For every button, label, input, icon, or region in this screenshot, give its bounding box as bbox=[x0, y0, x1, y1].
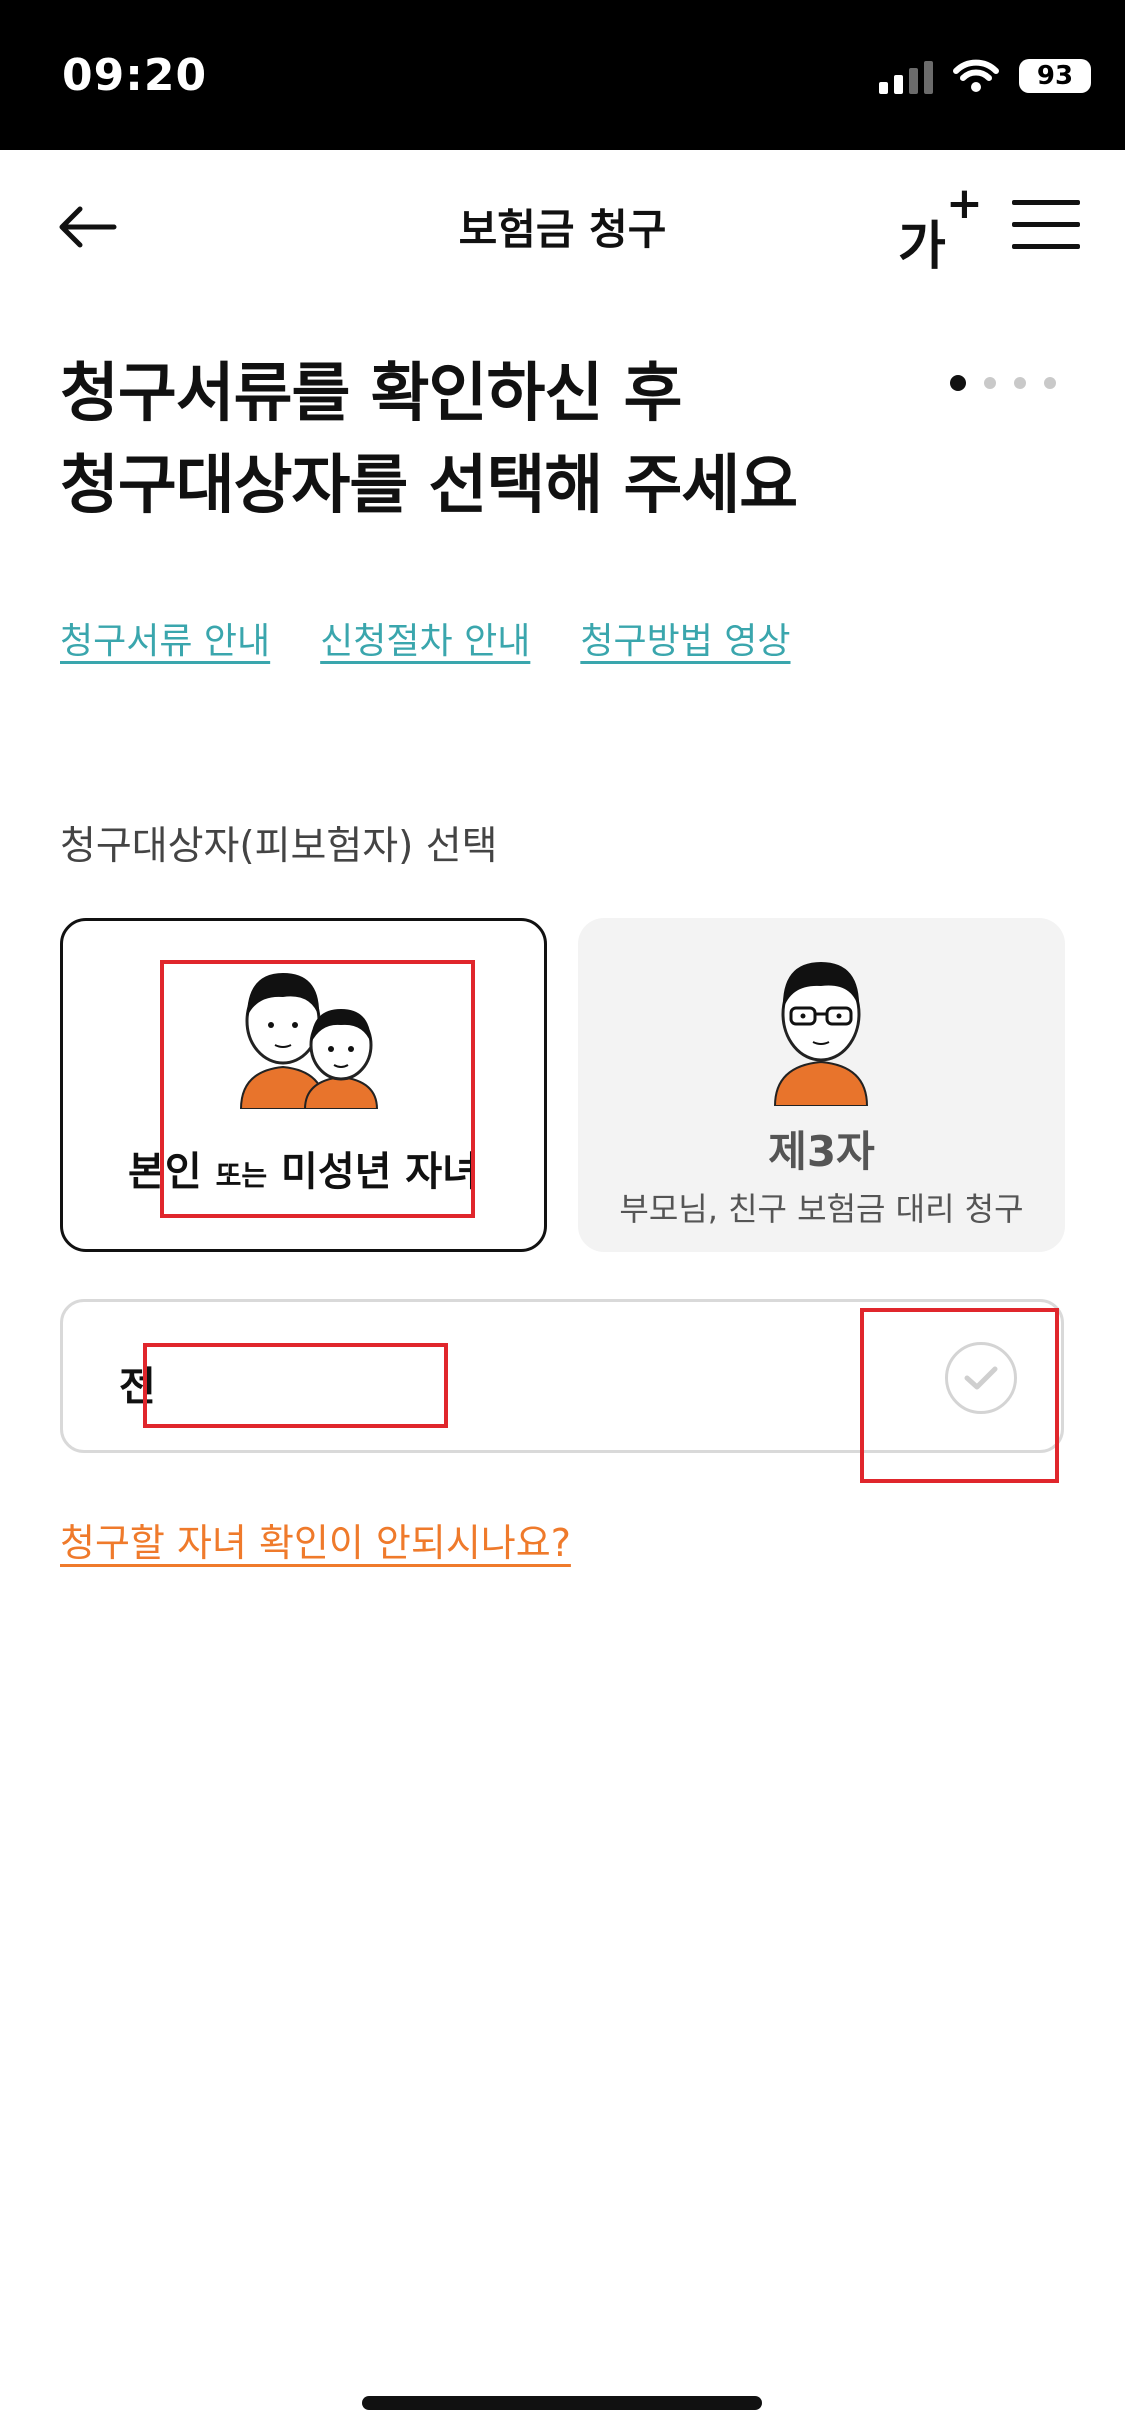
third-party-sublabel: 부모님, 친구 보험금 대리 청구 bbox=[619, 1190, 1024, 1228]
battery-level: 93 bbox=[1036, 61, 1074, 91]
hamburger-menu-icon[interactable] bbox=[1012, 200, 1080, 256]
wifi-icon bbox=[953, 59, 999, 92]
redaction-box bbox=[143, 1343, 448, 1428]
cellular-signal-icon bbox=[879, 58, 933, 94]
headline-line-1: 청구서류를 확인하신 후 bbox=[60, 357, 682, 431]
status-time: 09:20 bbox=[62, 50, 208, 101]
step-dot bbox=[984, 377, 996, 389]
headline-line-2: 청구대상자를 선택해 주세요 bbox=[60, 449, 798, 523]
step-dot bbox=[1014, 377, 1026, 389]
step-dot bbox=[1044, 377, 1056, 389]
font-size-plus-icon: + bbox=[946, 178, 983, 229]
status-icons: 93 bbox=[879, 58, 1091, 94]
guide-links: 청구서류 안내 신청절차 안내 청구방법 영상 bbox=[60, 612, 791, 664]
status-bar: 09:20 93 bbox=[0, 0, 1125, 150]
third-party-card[interactable]: 제3자 부모님, 친구 보험금 대리 청구 bbox=[578, 918, 1065, 1252]
redaction-box bbox=[860, 1308, 1059, 1483]
headline: 청구서류를 확인하신 후 청구대상자를 선택해 주세요 bbox=[60, 348, 960, 532]
video-guide-link[interactable]: 청구방법 영상 bbox=[580, 612, 790, 664]
person-with-glasses-illustration-icon bbox=[773, 962, 869, 1106]
font-size-button[interactable]: 가 + bbox=[896, 178, 983, 277]
procedure-guide-link[interactable]: 신청절차 안내 bbox=[320, 612, 530, 664]
child-not-found-help-link[interactable]: 청구할 자녀 확인이 안되시나요? bbox=[60, 1512, 571, 1567]
section-label: 청구대상자(피보험자) 선택 bbox=[60, 824, 498, 869]
font-size-label: 가 bbox=[898, 217, 946, 277]
third-party-label: 제3자 bbox=[768, 1127, 875, 1176]
step-dot-current bbox=[950, 375, 966, 391]
battery-icon: 93 bbox=[1019, 59, 1091, 93]
step-indicator bbox=[950, 375, 1056, 391]
docs-guide-link[interactable]: 청구서류 안내 bbox=[60, 612, 270, 664]
redaction-box bbox=[160, 960, 475, 1218]
home-indicator bbox=[362, 2396, 762, 2410]
app-header: 보험금 청구 가 + bbox=[0, 150, 1125, 300]
